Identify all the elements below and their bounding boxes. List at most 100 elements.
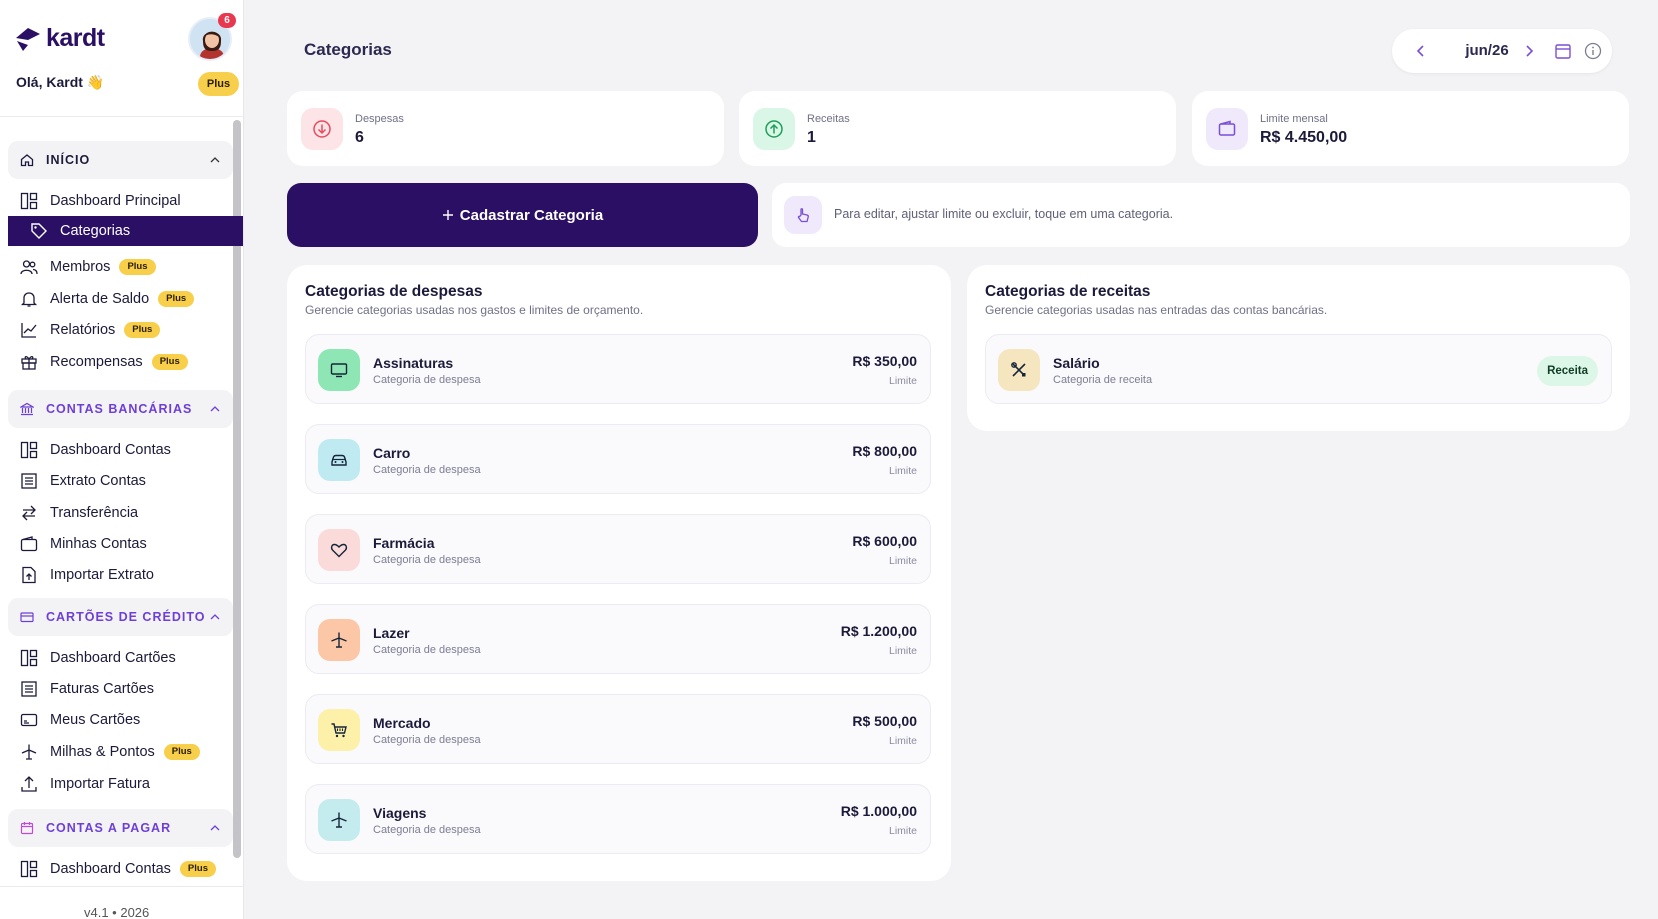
sidebar-item-membros[interactable]: Membros Plus <box>8 252 243 282</box>
app-version: v4.1 • 2026 <box>84 905 150 919</box>
panel-subtitle: Gerencie categorias usadas nas entradas … <box>985 303 1328 317</box>
bank-icon <box>20 402 34 416</box>
chevron-left-icon[interactable] <box>1414 43 1428 59</box>
stat-icon-box <box>1206 108 1248 150</box>
category-limit-amount: R$ 500,00 <box>852 713 917 729</box>
plane-icon <box>331 632 347 648</box>
stat-limite-mensal: Limite mensal R$ 4.450,00 <box>1192 91 1629 166</box>
incomes-panel: Categorias de receitas Gerencie categori… <box>967 265 1630 431</box>
sidebar-item-label: Minhas Contas <box>50 536 147 552</box>
car-icon <box>331 454 347 466</box>
wallet-icon <box>1218 120 1236 136</box>
section-label: CARTÕES DE CRÉDITO <box>46 610 206 624</box>
sidebar-item-recompensas[interactable]: Recompensas Plus <box>8 347 243 377</box>
arrow-up-circle-icon <box>765 120 783 138</box>
sidebar-item-label: Alerta de Saldo <box>50 291 150 307</box>
section-contas-pagar[interactable]: CONTAS A PAGAR <box>8 809 233 847</box>
arrow-down-circle-icon <box>313 120 331 138</box>
sidebar-item-categorias[interactable]: Categorias <box>8 216 243 246</box>
chevron-right-icon[interactable] <box>1522 43 1536 59</box>
stat-icon-box <box>753 108 795 150</box>
sidebar-item-dashboard-principal[interactable]: Dashboard Principal <box>8 186 243 216</box>
category-viagens[interactable]: Viagens Categoria de despesa R$ 1.000,00… <box>305 784 931 854</box>
category-assinaturas[interactable]: Assinaturas Categoria de despesa R$ 350,… <box>305 334 931 404</box>
create-category-label: Cadastrar Categoria <box>459 206 604 224</box>
category-name: Carro <box>373 445 411 461</box>
sidebar-item-label: Recompensas <box>50 354 143 370</box>
category-type: Categoria de despesa <box>373 554 481 566</box>
dashboard-icon <box>20 192 38 210</box>
section-contas-bancarias[interactable]: CONTAS BANCÁRIAS <box>8 390 233 428</box>
bell-icon <box>20 292 38 307</box>
calendar-icon[interactable] <box>1554 42 1572 60</box>
sidebar-item-dashboard-contas[interactable]: Dashboard Contas <box>8 435 243 465</box>
cart-icon <box>331 723 347 738</box>
sidebar-item-label: Dashboard Cartões <box>50 650 176 666</box>
stat-icon-box <box>301 108 343 150</box>
sidebar-item-importar-fatura[interactable]: Importar Fatura <box>8 769 243 799</box>
category-icon-box <box>318 709 360 751</box>
plane-icon <box>331 812 347 828</box>
tag-icon <box>31 223 47 239</box>
info-icon[interactable] <box>1584 42 1602 60</box>
category-limit-amount: R$ 1.200,00 <box>840 623 917 639</box>
plus-badge: Plus <box>163 744 200 760</box>
chevron-up-icon <box>210 614 220 620</box>
income-badge: Receita <box>1537 356 1598 386</box>
sidebar-item-minhas-contas[interactable]: Minhas Contas <box>8 529 243 559</box>
divider <box>0 886 243 887</box>
stat-label: Receitas <box>807 113 850 125</box>
category-mercado[interactable]: Mercado Categoria de despesa R$ 500,00 L… <box>305 694 931 764</box>
chevron-up-icon <box>210 406 220 412</box>
sidebar-item-label: Dashboard Contas <box>50 861 171 877</box>
category-icon-box <box>318 799 360 841</box>
section-inicio[interactable]: INÍCIO <box>8 141 233 179</box>
category-lazer[interactable]: Lazer Categoria de despesa R$ 1.200,00 L… <box>305 604 931 674</box>
sidebar-item-dashboard-contas-pagar[interactable]: Dashboard Contas Plus <box>8 854 243 884</box>
plane-icon <box>21 744 37 760</box>
sidebar-item-extrato-contas[interactable]: Extrato Contas <box>8 466 243 496</box>
section-label: CONTAS A PAGAR <box>46 821 172 835</box>
logo[interactable]: kardt <box>14 24 105 53</box>
sidebar-item-label: Faturas Cartões <box>50 681 154 697</box>
tools-icon <box>1011 362 1026 377</box>
category-type: Categoria de despesa <box>373 824 481 836</box>
stat-value: 1 <box>807 129 816 146</box>
chevron-up-icon <box>210 825 220 831</box>
sidebar-item-label: Dashboard Contas <box>50 442 171 458</box>
create-category-button[interactable]: Cadastrar Categoria <box>287 183 758 247</box>
category-carro[interactable]: Carro Categoria de despesa R$ 800,00 Lim… <box>305 424 931 494</box>
month-selector: jun/26 <box>1392 29 1612 73</box>
sidebar-item-label: Relatórios <box>50 322 116 338</box>
section-label: INÍCIO <box>46 153 91 167</box>
section-cartoes-credito[interactable]: CARTÕES DE CRÉDITO <box>8 598 233 636</box>
expenses-panel: Categorias de despesas Gerencie categori… <box>287 265 951 881</box>
page-title: Categorias <box>304 40 392 59</box>
sidebar-item-transferencia[interactable]: Transferência <box>8 498 243 528</box>
sidebar-item-label: Categorias <box>60 223 131 239</box>
sidebar-item-faturas-cartoes[interactable]: Faturas Cartões <box>8 674 243 704</box>
category-name: Mercado <box>373 715 431 731</box>
category-icon-box <box>318 349 360 391</box>
category-icon-box <box>318 619 360 661</box>
sidebar-header: kardt Olá, Kardt 👋 6 Plus <box>0 0 243 117</box>
category-limit-amount: R$ 350,00 <box>852 353 917 369</box>
sidebar-item-label: Extrato Contas <box>50 473 146 489</box>
sidebar-item-relatorios[interactable]: Relatórios Plus <box>8 315 243 345</box>
stat-value: R$ 4.450,00 <box>1260 129 1348 146</box>
category-farmacia[interactable]: Farmácia Categoria de despesa R$ 600,00 … <box>305 514 931 584</box>
plan-badge[interactable]: Plus <box>198 72 239 96</box>
kardt-logo-icon <box>16 27 40 51</box>
category-limit-label: Limite <box>888 375 917 387</box>
category-limit-label: Limite <box>888 555 917 567</box>
category-salario[interactable]: Salário Categoria de receita Receita <box>985 334 1612 404</box>
current-month[interactable]: jun/26 <box>1447 42 1527 59</box>
sidebar-item-dashboard-cartoes[interactable]: Dashboard Cartões <box>8 643 243 673</box>
category-type: Categoria de despesa <box>373 644 481 656</box>
sidebar-item-importar-extrato[interactable]: Importar Extrato <box>8 560 243 590</box>
panel-title: Categorias de despesas <box>305 283 483 300</box>
sidebar-item-alerta-saldo[interactable]: Alerta de Saldo Plus <box>8 284 243 314</box>
category-icon-box <box>318 439 360 481</box>
sidebar-item-milhas-pontos[interactable]: Milhas & Pontos Plus <box>8 737 243 767</box>
sidebar-item-meus-cartoes[interactable]: Meus Cartões <box>8 705 243 735</box>
